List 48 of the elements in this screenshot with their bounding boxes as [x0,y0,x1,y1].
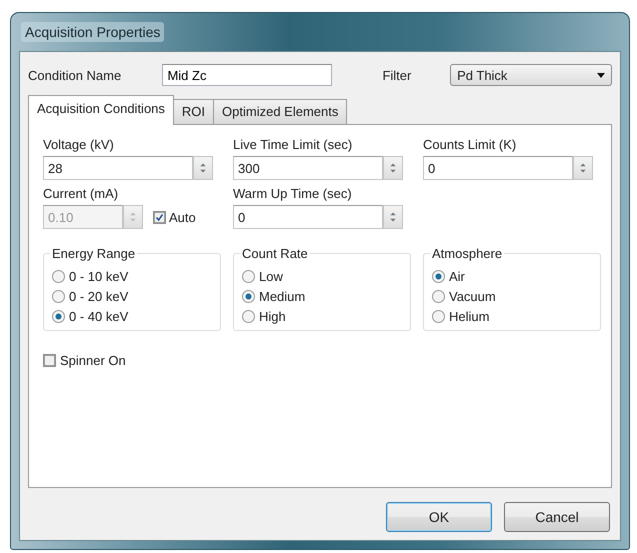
checkbox-label: Auto [169,210,196,224]
spin-button[interactable] [383,156,403,180]
tab[interactable]: Optimized Elements [213,99,348,124]
checkbox-label: Spinner On [60,353,126,368]
field-label: Filter [382,68,412,82]
group-title: Atmosphere [430,246,504,261]
tab[interactable]: ROI [172,99,214,124]
checkbox[interactable] [43,354,56,367]
caret-icon [597,72,605,78]
group-title: Count Rate [240,246,310,261]
field-label: Current (mA) [43,186,120,201]
dialog-button[interactable]: OK [386,502,492,532]
radio-button[interactable] [242,270,255,282]
number-field[interactable]: 0 [423,156,573,180]
radio-label: High [259,308,286,324]
radio-label: 0 - 10 keV [69,268,128,284]
group-title: Energy Range [50,246,138,261]
radio-button[interactable] [52,270,65,282]
radio-button[interactable] [432,310,445,322]
window-title: Acquisition Properties [21,22,164,42]
spin-button[interactable] [193,156,213,180]
radio-button[interactable] [52,290,65,302]
dialog-button[interactable]: Cancel [504,502,610,532]
input-field[interactable]: Mid Zc [162,64,332,86]
field-label: Live Time Limit (sec) [233,137,354,152]
radio-button[interactable] [242,310,255,322]
field-label: Voltage (kV) [43,137,115,152]
radio-label: Helium [449,308,490,324]
radio-button[interactable] [432,290,445,302]
radio-label: Vacuum [449,288,496,304]
radio-label: 0 - 40 keV [69,308,128,324]
spin-button[interactable] [383,205,403,229]
radio-label: Medium [259,288,306,304]
field-label: Warm Up Time (sec) [233,186,353,201]
field-label: Condition Name [28,68,122,82]
radio-button[interactable] [432,270,445,282]
field-label: Counts Limit (K) [423,137,518,152]
number-field[interactable]: 28 [43,156,193,180]
radio-label: Low [259,268,283,284]
filter-dropdown[interactable]: Pd Thick [450,64,612,86]
number-field[interactable]: 0 [233,205,383,229]
radio-label: 0 - 20 keV [69,288,128,304]
tab[interactable]: Acquisition Conditions [28,95,174,125]
radio-label: Air [449,268,465,284]
radio-button[interactable] [52,310,65,322]
radio-button[interactable] [242,290,255,302]
number-field[interactable]: 300 [233,156,383,180]
spin-button[interactable] [573,156,593,180]
